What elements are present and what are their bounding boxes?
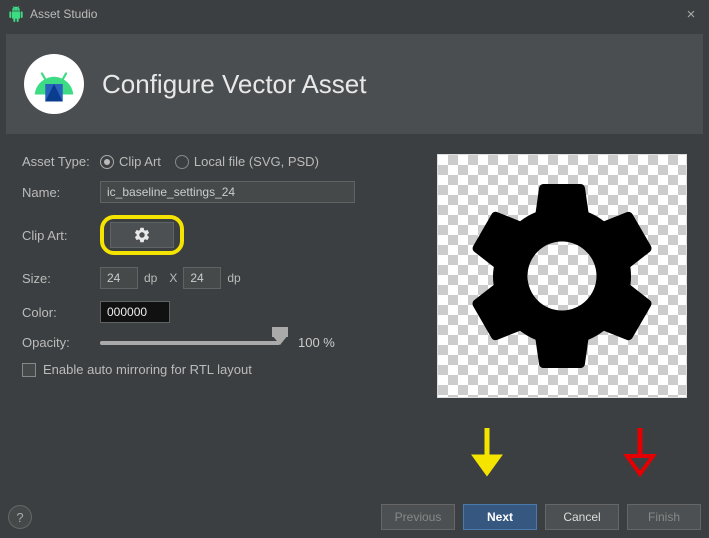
previous-button[interactable]: Previous	[381, 504, 455, 530]
content-area: Asset Type: Clip Art Local file (SVG, PS…	[0, 140, 709, 398]
preview-gear-icon	[447, 161, 677, 391]
asset-type-row: Asset Type: Clip Art Local file (SVG, PS…	[22, 154, 409, 169]
opacity-row: Opacity: 100 %	[22, 335, 409, 350]
radio-circle-icon	[100, 155, 114, 169]
size-label: Size:	[22, 271, 100, 286]
clipart-row: Clip Art:	[22, 215, 409, 255]
radio-clip-art-label: Clip Art	[119, 154, 161, 169]
color-row: Color:	[22, 301, 409, 323]
yellow-arrow-icon	[474, 428, 500, 474]
clipart-button[interactable]	[110, 222, 174, 248]
close-icon[interactable]: ×	[681, 6, 701, 23]
window-title: Asset Studio	[30, 7, 681, 21]
android-icon	[8, 6, 24, 22]
name-input[interactable]	[100, 181, 355, 203]
size-sep: X	[169, 271, 177, 285]
opacity-label: Opacity:	[22, 335, 100, 350]
radio-local-file[interactable]: Local file (SVG, PSD)	[175, 154, 319, 169]
size-unit-1: dp	[144, 271, 157, 285]
size-height-input[interactable]	[183, 267, 221, 289]
opacity-value: 100 %	[298, 335, 348, 350]
checkbox-box-icon	[22, 363, 36, 377]
asset-type-label: Asset Type:	[22, 154, 100, 169]
name-row: Name:	[22, 181, 409, 203]
clipart-label: Clip Art:	[22, 228, 100, 243]
footer-bar: ? Previous Next Cancel Finish	[8, 498, 701, 530]
finish-button[interactable]: Finish	[627, 504, 701, 530]
rtl-row: Enable auto mirroring for RTL layout	[22, 362, 409, 377]
size-unit-2: dp	[227, 271, 240, 285]
app-icon	[24, 54, 84, 114]
preview-panel	[437, 154, 687, 398]
radio-circle-icon	[175, 155, 189, 169]
dialog-header: Configure Vector Asset	[6, 34, 703, 134]
next-button[interactable]: Next	[463, 504, 537, 530]
title-bar: Asset Studio ×	[0, 0, 709, 28]
red-arrow-icon	[627, 428, 653, 474]
highlight-annotation	[100, 215, 184, 255]
page-title: Configure Vector Asset	[102, 69, 366, 100]
annotation-arrows	[0, 428, 709, 478]
rtl-checkbox[interactable]: Enable auto mirroring for RTL layout	[22, 362, 252, 377]
name-label: Name:	[22, 185, 100, 200]
size-width-input[interactable]	[100, 267, 138, 289]
rtl-label: Enable auto mirroring for RTL layout	[43, 362, 252, 377]
slider-thumb-icon	[272, 335, 288, 345]
color-input[interactable]	[100, 301, 170, 323]
cancel-button[interactable]: Cancel	[545, 504, 619, 530]
size-row: Size: dp X dp	[22, 267, 409, 289]
opacity-slider[interactable]	[100, 341, 280, 345]
gear-icon	[133, 226, 151, 244]
radio-clip-art[interactable]: Clip Art	[100, 154, 161, 169]
form-panel: Asset Type: Clip Art Local file (SVG, PS…	[22, 154, 409, 398]
radio-local-file-label: Local file (SVG, PSD)	[194, 154, 319, 169]
color-label: Color:	[22, 305, 100, 320]
help-button[interactable]: ?	[8, 505, 32, 529]
